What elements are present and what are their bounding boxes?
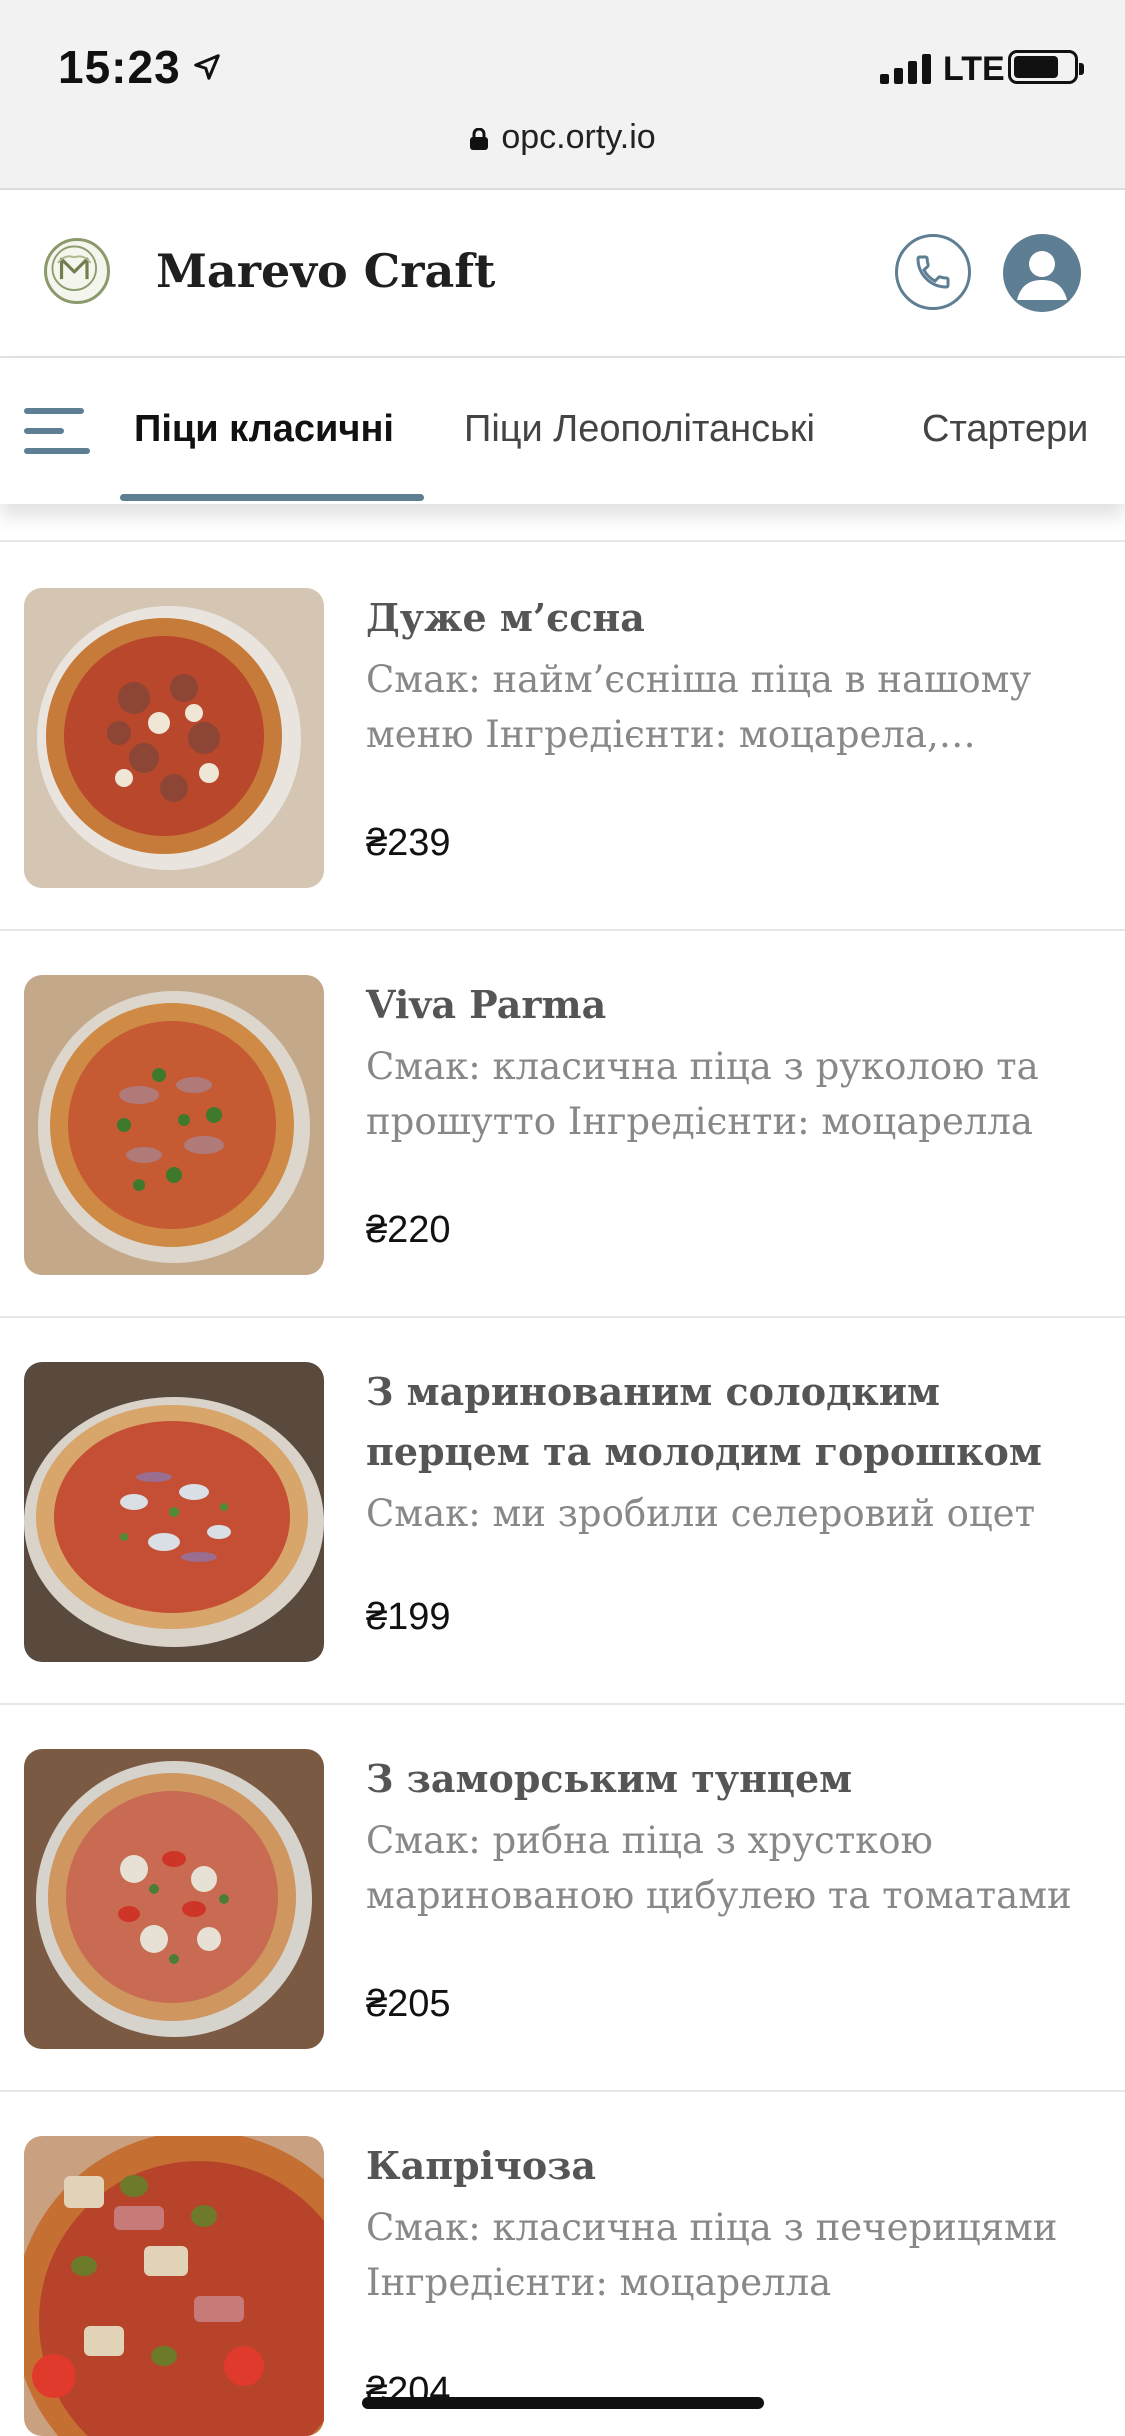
network-label: LTE — [943, 50, 1005, 88]
item-description: Смак: класична піца з руколою та прошутт… — [366, 1045, 1039, 1143]
signal-icon — [880, 54, 931, 84]
call-button[interactable] — [895, 234, 971, 310]
item-description: Смак: найм’єсніша піца в нашому меню Інг… — [366, 658, 1032, 756]
item-description: Смак: класична піца з печерицями Інгреді… — [366, 2206, 1058, 2304]
divider — [0, 540, 1125, 542]
brand-logo-icon[interactable] — [44, 238, 110, 304]
item-price: ₴239 — [366, 822, 451, 864]
tab-starters[interactable]: Стартери — [922, 408, 1088, 451]
active-tab-indicator — [120, 494, 424, 501]
item-name: З заморським тунцем — [366, 1756, 853, 1801]
tab-leopolitan-pizza[interactable]: Піци Леополітанські — [464, 408, 815, 451]
app-header: Marevo Craft — [0, 192, 1125, 358]
url-text: opc.orty.io — [501, 118, 656, 156]
category-tabs: Піци класичні Піци Леополітанські Старте… — [0, 358, 1125, 504]
user-icon — [1017, 251, 1067, 300]
pizza-image — [24, 975, 324, 1275]
list-item[interactable]: З заморським тунцем Смак: рибна піца з х… — [0, 1705, 1125, 2092]
brand-name[interactable]: Marevo Craft — [156, 244, 495, 298]
item-price: ₴205 — [366, 1983, 451, 2025]
account-button[interactable] — [1003, 234, 1081, 312]
menu-list: Дуже м’єсна Смак: найм’єсніша піца в наш… — [0, 544, 1125, 2436]
battery-icon — [1008, 50, 1084, 84]
item-name: Viva Parma — [366, 982, 607, 1027]
tab-classic-pizza[interactable]: Піци класичні — [134, 408, 394, 451]
item-description: Смак: ми зробили селеровий оцет — [366, 1492, 1036, 1535]
status-time: 15:23 — [58, 41, 181, 93]
pizza-image — [24, 588, 324, 888]
home-indicator[interactable] — [362, 2397, 764, 2409]
pizza-image — [24, 1362, 324, 1662]
list-item[interactable]: Капрічоза Смак: класична піца з печериця… — [0, 2092, 1125, 2436]
lock-icon — [470, 128, 489, 150]
pizza-image — [24, 1749, 324, 2049]
list-item[interactable]: З маринованим солодким перцем та молодим… — [0, 1318, 1125, 1705]
list-item[interactable]: Viva Parma Смак: класична піца з руколою… — [0, 931, 1125, 1318]
url-bar[interactable]: opc.orty.io — [0, 118, 1125, 157]
status-bar: 15:23 LTE opc.orty.io — [0, 0, 1125, 190]
location-arrow-icon — [194, 54, 220, 80]
item-price: ₴199 — [366, 1596, 451, 1638]
item-description: Смак: рибна піца з хрусткою маринованою … — [366, 1819, 1072, 1917]
item-price: ₴220 — [366, 1209, 451, 1251]
list-item[interactable]: Дуже м’єсна Смак: найм’єсніша піца в наш… — [0, 544, 1125, 931]
pizza-image — [24, 2136, 324, 2436]
item-name: З маринованим солодким перцем та молодим… — [366, 1369, 1042, 1474]
item-name: Капрічоза — [366, 2143, 597, 2188]
item-name: Дуже м’єсна — [366, 595, 645, 640]
menu-icon[interactable] — [24, 406, 90, 456]
phone-icon — [916, 255, 950, 289]
